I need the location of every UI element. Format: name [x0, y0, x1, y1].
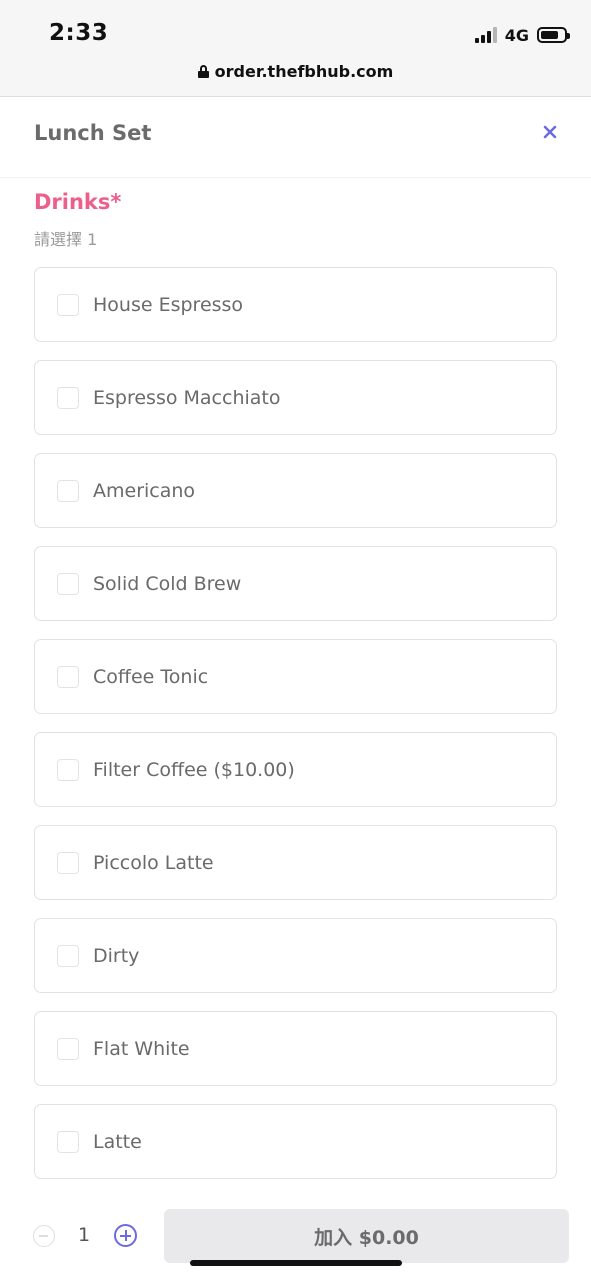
checkbox[interactable]	[57, 851, 79, 874]
battery-icon	[537, 27, 570, 43]
option-label: Coffee Tonic	[93, 665, 209, 688]
option-flat-white[interactable]: Flat White	[34, 1011, 557, 1086]
checkbox[interactable]	[57, 479, 79, 502]
option-label: Dirty	[93, 944, 140, 967]
bottom-bar: 1 加入 $0.00	[0, 1192, 591, 1280]
close-icon[interactable]	[541, 123, 559, 141]
option-espresso-macchiato[interactable]: Espresso Macchiato	[34, 360, 557, 435]
section-subtitle: 請選擇 1	[34, 230, 98, 249]
checkbox[interactable]	[57, 665, 79, 688]
url-text: order.thefbhub.com	[214, 62, 394, 81]
status-time: 2:33	[49, 20, 109, 46]
drink-options-list: House Espresso Espresso Macchiato Americ…	[34, 267, 557, 1197]
option-label: Latte	[93, 1130, 142, 1153]
checkbox[interactable]	[57, 758, 79, 781]
option-label: Filter Coffee ($10.00)	[93, 758, 295, 781]
option-house-espresso[interactable]: House Espresso	[34, 267, 557, 342]
option-label: House Espresso	[93, 293, 244, 316]
checkbox[interactable]	[57, 1130, 79, 1153]
browser-chrome: 2:33 4G order.thefbhub.com	[0, 0, 591, 97]
section-title: Drinks*	[34, 190, 122, 214]
status-indicators: 4G	[474, 24, 570, 46]
option-label: Piccolo Latte	[93, 851, 214, 874]
network-type: 4G	[504, 25, 529, 45]
option-latte[interactable]: Latte	[34, 1104, 557, 1179]
quantity-value: 1	[78, 1224, 91, 1246]
option-label: Espresso Macchiato	[93, 386, 281, 409]
option-filter-coffee[interactable]: Filter Coffee ($10.00)	[34, 732, 557, 807]
address-bar[interactable]: order.thefbhub.com	[0, 62, 591, 81]
option-solid-cold-brew[interactable]: Solid Cold Brew	[34, 546, 557, 621]
decrease-quantity-button[interactable]	[33, 1225, 55, 1247]
checkbox[interactable]	[57, 944, 79, 967]
option-americano[interactable]: Americano	[34, 453, 557, 528]
add-to-cart-button[interactable]: 加入 $0.00	[164, 1209, 569, 1263]
checkbox[interactable]	[57, 293, 79, 316]
option-label: Americano	[93, 479, 196, 502]
modal-title: Lunch Set	[34, 121, 152, 145]
option-label: Flat White	[93, 1037, 190, 1060]
option-piccolo-latte[interactable]: Piccolo Latte	[34, 825, 557, 900]
option-label: Solid Cold Brew	[93, 572, 242, 595]
option-dirty[interactable]: Dirty	[34, 918, 557, 993]
lock-icon	[197, 65, 209, 78]
home-indicator	[190, 1260, 402, 1266]
cellular-signal-icon	[474, 27, 497, 43]
checkbox[interactable]	[57, 572, 79, 595]
checkbox[interactable]	[57, 1037, 79, 1060]
modal-header: Lunch Set	[0, 97, 591, 178]
increase-quantity-button[interactable]	[114, 1224, 137, 1247]
checkbox[interactable]	[57, 386, 79, 409]
option-coffee-tonic[interactable]: Coffee Tonic	[34, 639, 557, 714]
